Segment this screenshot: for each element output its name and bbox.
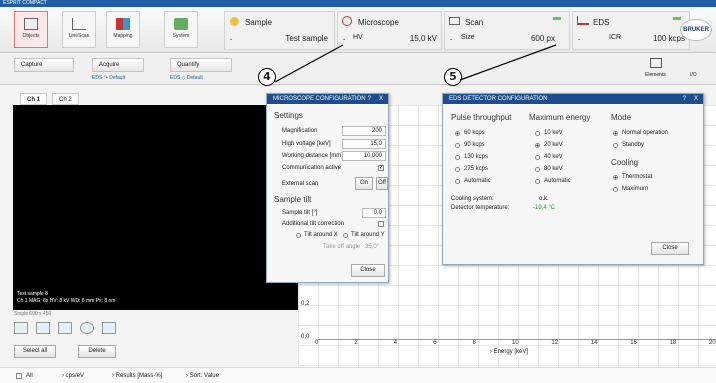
callout-leaders: [274, 44, 557, 83]
callout-5-leader: [459, 44, 557, 81]
callout-4-leader: [274, 44, 344, 83]
